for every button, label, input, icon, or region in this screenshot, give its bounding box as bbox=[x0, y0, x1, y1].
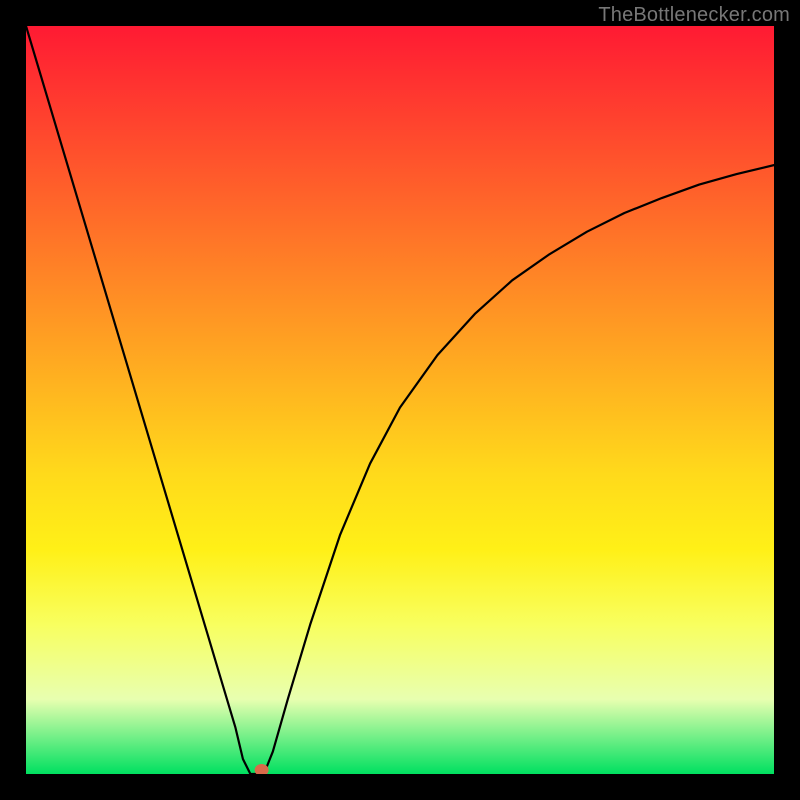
chart-plot-area bbox=[26, 26, 774, 774]
bottleneck-curve-line bbox=[26, 26, 774, 774]
bottleneck-chart bbox=[26, 26, 774, 774]
watermark-text: TheBottlenecker.com bbox=[598, 4, 790, 27]
